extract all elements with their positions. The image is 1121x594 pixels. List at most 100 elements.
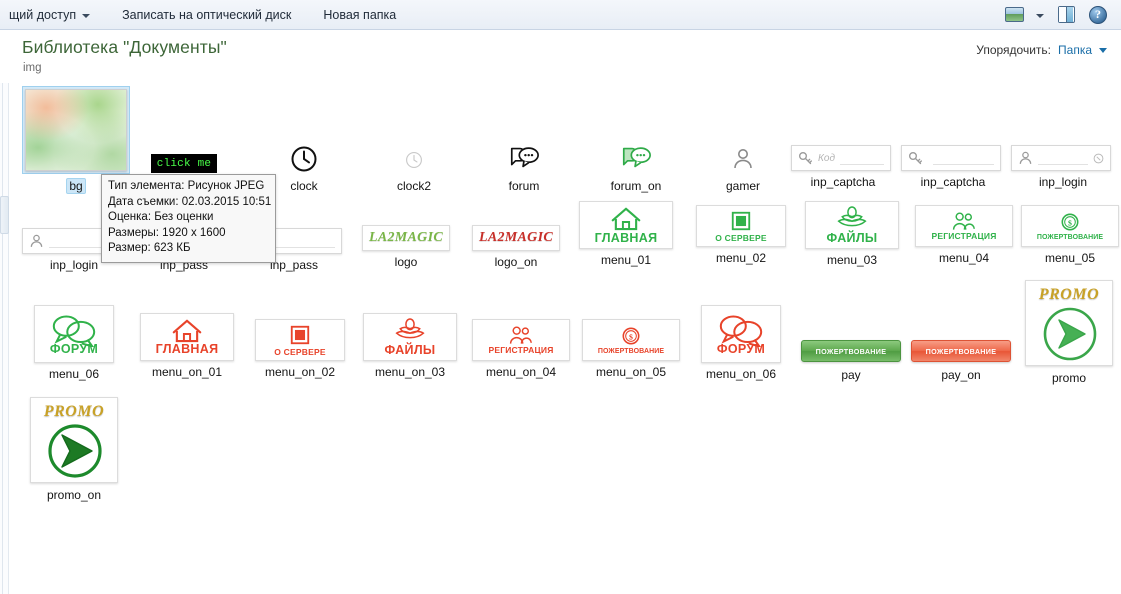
preview-pane-icon [1057, 6, 1075, 23]
view-layout-dropdown[interactable] [1031, 3, 1049, 27]
list-item[interactable]: forum [493, 141, 555, 193]
menu-caption: ФАЙЛЫ [826, 231, 878, 246]
menu-on-05-sprite[interactable]: $ ПОЖЕРТВОВАНИЕ [582, 319, 680, 361]
list-item[interactable]: forum_on [603, 141, 669, 193]
logo-on-sprite[interactable]: LA2MAGIC [472, 225, 560, 251]
menu-on-04-sprite[interactable]: РЕГИСТРАЦИЯ [472, 319, 570, 361]
item-label: forum [508, 179, 540, 193]
view-layout-icon [1004, 7, 1024, 22]
list-item[interactable]: ГЛАВНАЯ menu_01 [576, 201, 676, 267]
pay-button-sprite[interactable]: ПОЖЕРТВОВАНИЕ [795, 338, 907, 364]
list-item[interactable]: $ ПОЖЕРТВОВАНИЕ menu_on_05 [575, 319, 687, 379]
list-item[interactable]: inp_captcha [901, 145, 1005, 189]
list-item[interactable]: ГЛАВНАЯ menu_on_01 [132, 313, 242, 379]
coin-icon: $ [1061, 213, 1079, 231]
menu-04-sprite[interactable]: РЕГИСТРАЦИЯ [915, 205, 1013, 247]
tooltip-line: Размер: 623 КБ [108, 242, 191, 255]
menu-06-sprite[interactable]: ФОРУМ [34, 305, 114, 363]
promo-sprite[interactable]: PROMO [1017, 279, 1121, 367]
svg-text:$: $ [1068, 219, 1072, 228]
pane-divider [2, 83, 3, 594]
item-label: menu_01 [600, 253, 652, 267]
list-item[interactable]: ПОЖЕРТВОВАНИЕ pay [795, 338, 907, 382]
click-me-badge[interactable]: click me [151, 154, 217, 173]
tooltip-line: Оценка: Без оценки [108, 211, 214, 224]
menu-on-06-sprite[interactable]: ФОРУМ [701, 305, 781, 363]
speech-bubbles-green-icon[interactable] [603, 141, 669, 175]
clock-faded-icon[interactable] [384, 145, 444, 175]
list-item[interactable]: ФОРУМ menu_on_06 [685, 305, 797, 381]
page-subtitle: img [23, 62, 42, 74]
promo-card: PROMO [30, 397, 118, 483]
list-item[interactable]: $ ПОЖЕРТВОВАНИЕ menu_05 [1018, 205, 1121, 265]
file-info-tooltip: Тип элемента: Рисунок JPEG Дата съемки: … [101, 174, 276, 263]
menu-caption: О СЕРВЕРЕ [715, 232, 767, 243]
chevron-down-icon [82, 13, 91, 18]
menu-on-02-sprite[interactable]: О СЕРВЕРЕ [255, 319, 345, 361]
list-item[interactable]: О СЕРВЕРЕ menu_on_02 [245, 319, 355, 379]
list-item[interactable]: gamer [713, 143, 773, 193]
list-item[interactable]: РЕГИСТРАЦИЯ menu_on_04 [465, 319, 577, 379]
chevron-down-icon [1036, 13, 1044, 18]
home-icon [611, 207, 641, 230]
list-item[interactable]: О СЕРВЕРЕ menu_02 [691, 205, 791, 265]
menu-on-01-sprite[interactable]: ГЛАВНАЯ [140, 313, 234, 361]
item-label: menu_on_03 [374, 365, 446, 379]
list-item[interactable]: inp_login [1011, 145, 1115, 189]
item-label: logo_on [494, 255, 538, 269]
users-icon [952, 212, 975, 230]
login-input-sprite[interactable] [1011, 145, 1111, 171]
help-button[interactable]: ? [1083, 3, 1113, 27]
promo-caption: PROMO [1038, 286, 1100, 303]
page-title: Библиотека "Документы" [22, 37, 227, 57]
preview-pane-button[interactable] [1051, 3, 1081, 27]
menu-05-sprite[interactable]: $ ПОЖЕРТВОВАНИЕ [1021, 205, 1119, 247]
promo-card: PROMO [1025, 280, 1113, 366]
list-item[interactable]: ФАЙЛЫ menu_03 [802, 201, 902, 267]
item-label: clock [290, 179, 318, 193]
pay-on-button-sprite[interactable]: ПОЖЕРТВОВАНИЕ [905, 338, 1017, 364]
arrange-by-control[interactable]: Упорядочить: Папка [976, 43, 1107, 57]
list-item[interactable]: ФОРУМ menu_06 [22, 305, 126, 381]
toolbar-item-share[interactable]: щий доступ [0, 4, 99, 26]
promo-on-sprite[interactable]: PROMO [22, 396, 126, 484]
list-item[interactable]: clock2 [384, 145, 444, 193]
item-label: inp_captcha [920, 175, 986, 189]
menu-02-sprite[interactable]: О СЕРВЕРЕ [696, 205, 786, 247]
list-item[interactable]: Код inp_captcha [791, 145, 895, 189]
toolbar-right-group: ? [999, 3, 1121, 27]
chevron-down-icon[interactable] [1099, 47, 1107, 53]
menu-on-03-sprite[interactable]: ФАЙЛЫ [363, 313, 457, 361]
captcha-input-sprite[interactable] [901, 145, 1001, 171]
item-label: gamer [725, 179, 760, 193]
person-icon[interactable] [713, 143, 773, 175]
list-item[interactable]: PROMO promo_on [22, 396, 126, 502]
list-item[interactable]: PROMO promo [1017, 279, 1121, 385]
speech-bubbles-icon[interactable] [493, 141, 555, 175]
pay-caption: ПОЖЕРТВОВАНИЕ [801, 340, 901, 362]
list-item[interactable]: ФАЙЛЫ menu_on_03 [355, 313, 465, 379]
list-item[interactable]: LA2MAGIC logo [359, 225, 453, 269]
menu-01-sprite[interactable]: ГЛАВНАЯ [579, 201, 673, 249]
list-item[interactable]: clock [274, 143, 334, 193]
toolbar-item-new-folder[interactable]: Новая папка [314, 4, 405, 26]
view-layout-button[interactable] [999, 3, 1029, 27]
logo-sprite[interactable]: LA2MAGIC [362, 225, 450, 251]
toolbar-item-burn[interactable]: Записать на оптический диск [113, 4, 300, 26]
captcha-placeholder: Код [818, 152, 835, 164]
explorer-toolbar: щий доступ Записать на оптический диск Н… [0, 0, 1121, 30]
item-label: menu_on_02 [264, 365, 336, 379]
list-item[interactable]: ПОЖЕРТВОВАНИЕ pay_on [905, 338, 1017, 382]
key-icon [909, 151, 922, 164]
users-icon [509, 326, 532, 344]
menu-caption: ФОРУМ [716, 341, 766, 356]
pane-splitter-handle[interactable] [0, 196, 9, 234]
picture-thumbnail[interactable] [22, 86, 130, 174]
clock-icon[interactable] [274, 143, 334, 175]
list-item[interactable]: РЕГИСТРАЦИЯ menu_04 [912, 205, 1016, 265]
menu-03-sprite[interactable]: ФАЙЛЫ [805, 201, 899, 249]
list-item[interactable]: LA2MAGIC logo_on [469, 225, 563, 269]
input-underline [933, 164, 994, 165]
arrange-by-value[interactable]: Папка [1058, 43, 1092, 57]
captcha-input-sprite[interactable]: Код [791, 145, 891, 171]
